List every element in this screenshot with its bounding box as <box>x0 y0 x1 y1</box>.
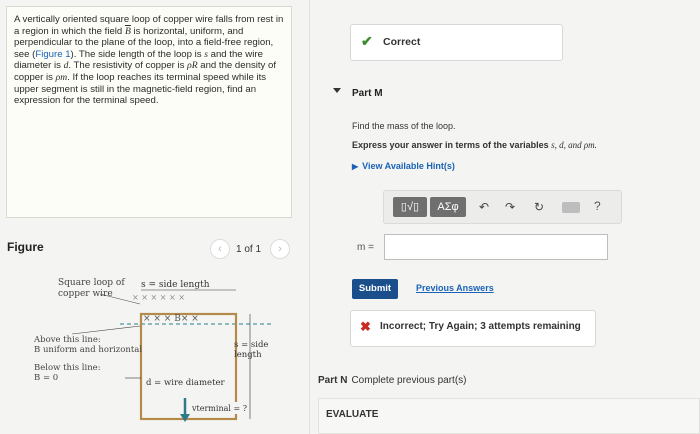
submit-button[interactable]: Submit <box>352 279 398 299</box>
evaluate-label: EVALUATE <box>326 409 379 420</box>
express-text: Express your answer in terms of the vari… <box>352 140 552 150</box>
hint-label: View Available Hint(s) <box>362 161 455 171</box>
greek-button[interactable]: ΑΣφ <box>430 197 466 217</box>
redo-icon[interactable]: ↷ <box>503 200 517 214</box>
correct-status-text: Correct <box>383 36 421 48</box>
problem-text-part: ). The side length of the loop is <box>70 48 205 60</box>
vterminal-label: vterminal = ? <box>191 404 247 413</box>
loop-figure: Square loop of copper wire s = side leng… <box>33 278 273 422</box>
above-label: Above this line: <box>33 335 101 345</box>
part-n: Part N Complete previous part(s) <box>318 375 467 386</box>
above-label: B uniform and horizontal <box>34 345 142 355</box>
answer-input[interactable] <box>384 234 608 260</box>
answer-label: m = <box>357 242 374 253</box>
problem-text: A vertically oriented square loop of cop… <box>14 14 286 107</box>
keyboard-icon[interactable] <box>562 202 580 213</box>
below-label: Below this line: <box>34 363 101 373</box>
wire-diameter-label: d = wire diameter <box>146 378 226 388</box>
above-pointer <box>71 325 141 335</box>
express-instruction: Express your answer in terms of the vari… <box>352 140 597 150</box>
part-n-text: Complete previous part(s) <box>351 375 467 386</box>
problem-text-part: . The resistivity of copper is <box>68 60 188 72</box>
loop-label: copper wire <box>58 289 113 299</box>
part-m-question: Find the mass of the loop. <box>352 121 456 131</box>
side-length-label: s = side length <box>141 280 210 290</box>
part-n-title: Part N <box>318 375 348 386</box>
chevron-right-icon[interactable]: › <box>270 239 290 259</box>
part-m-title[interactable]: Part M <box>352 88 383 99</box>
previous-answers-link[interactable]: Previous Answers <box>416 283 494 293</box>
resistivity-variable: ρR <box>187 60 198 72</box>
express-vars: s, d, and ρm. <box>551 140 597 150</box>
hint-link[interactable]: ▶ View Available Hint(s) <box>352 161 455 171</box>
help-icon[interactable]: ? <box>594 199 601 213</box>
x-icon: ✖ <box>360 319 371 334</box>
figure-title: Figure <box>7 240 44 254</box>
column-divider <box>309 0 310 434</box>
caret-right-icon: ▶ <box>352 162 359 171</box>
chevron-down-icon[interactable] <box>333 88 341 93</box>
template-button[interactable]: ▯√▯ <box>393 197 427 217</box>
incorrect-status-text: Incorrect; Try Again; 3 attempts remaini… <box>380 321 581 332</box>
side-right-label: s = side <box>234 340 268 350</box>
density-variable: ρm <box>55 71 68 83</box>
loop-label: Square loop of <box>58 278 125 288</box>
figure-link[interactable]: Figure 1 <box>35 49 70 60</box>
undo-icon[interactable]: ↶ <box>477 200 491 214</box>
reset-icon[interactable]: ↻ <box>532 200 546 214</box>
field-x-row: × × × B× × <box>143 314 199 324</box>
side-right-label: length <box>234 350 262 360</box>
figure-pager: 1 of 1 <box>236 244 262 255</box>
check-icon: ✔ <box>361 33 373 49</box>
field-x-row: × × × × × × <box>132 293 185 302</box>
below-label: B = 0 <box>34 373 58 383</box>
chevron-left-icon[interactable]: ‹ <box>210 239 230 259</box>
correct-status-box <box>350 24 563 61</box>
